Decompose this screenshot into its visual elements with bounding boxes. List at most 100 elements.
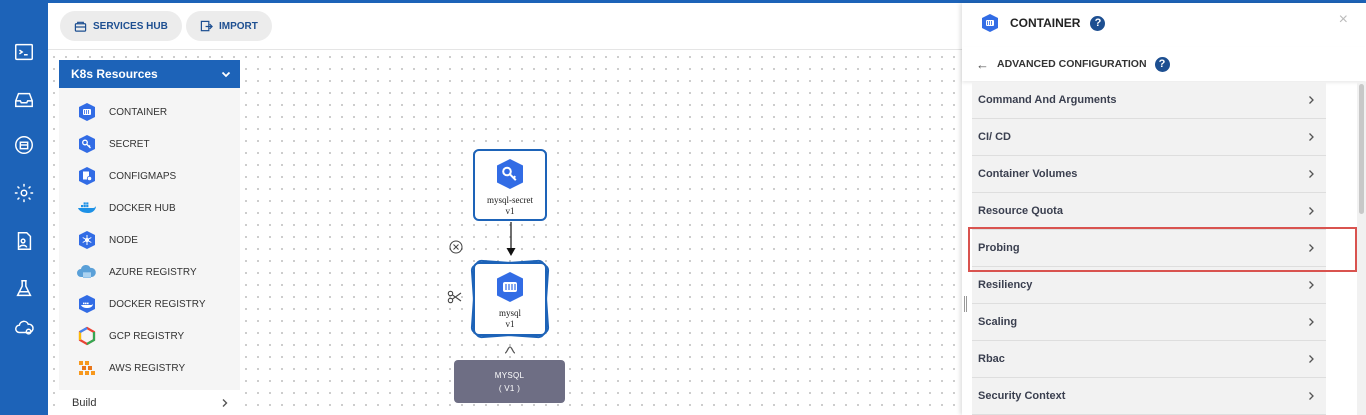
container-icon bbox=[493, 270, 527, 304]
build-row[interactable]: Build bbox=[59, 390, 240, 415]
service-name: MYSQL bbox=[494, 371, 525, 380]
inbox-icon[interactable] bbox=[12, 88, 36, 112]
config-row-resource-quota[interactable]: Resource Quota bbox=[972, 193, 1326, 230]
import-icon bbox=[200, 20, 213, 31]
connector-arrow bbox=[506, 222, 516, 256]
config-row-label: Command And Arguments bbox=[978, 94, 1117, 106]
resource-item-aws-registry[interactable]: AWS REGISTRY bbox=[77, 358, 185, 378]
resource-item-docker-hub[interactable]: DOCKER HUB bbox=[77, 198, 176, 218]
cloud-settings-icon[interactable] bbox=[12, 315, 36, 339]
panel-resize-handle[interactable] bbox=[964, 296, 967, 312]
resource-item-label: GCP REGISTRY bbox=[109, 330, 185, 342]
config-row-rbac[interactable]: Rbac bbox=[972, 341, 1326, 378]
resource-item-label: CONTAINER bbox=[109, 106, 168, 118]
build-label: Build bbox=[72, 396, 97, 409]
config-row-container-volumes[interactable]: Container Volumes bbox=[972, 156, 1326, 193]
terminal-folder-icon[interactable] bbox=[12, 40, 36, 64]
chevron-right-icon bbox=[1309, 207, 1314, 215]
chevron-right-icon bbox=[1309, 318, 1314, 326]
config-row-label: Resource Quota bbox=[978, 205, 1063, 217]
azure-icon bbox=[77, 262, 97, 282]
resource-item-container[interactable]: CONTAINER bbox=[77, 102, 167, 122]
config-row-label: CI/ CD bbox=[978, 131, 1011, 143]
flask-icon[interactable] bbox=[12, 277, 36, 301]
close-icon[interactable]: × bbox=[1339, 11, 1348, 29]
resource-item-node[interactable]: NODE bbox=[77, 230, 138, 250]
gcp-icon bbox=[77, 326, 97, 346]
config-row-label: Security Context bbox=[978, 390, 1066, 402]
configmap-icon bbox=[77, 166, 97, 186]
node-version: v1 bbox=[505, 319, 515, 329]
user-document-icon[interactable] bbox=[12, 229, 36, 253]
config-row-scaling[interactable]: Scaling bbox=[972, 304, 1326, 341]
docker-icon bbox=[77, 198, 97, 218]
service-version: ( V1 ) bbox=[498, 384, 521, 393]
key-icon bbox=[493, 157, 527, 191]
package-icon[interactable] bbox=[12, 133, 36, 157]
chevron-right-icon bbox=[1309, 170, 1314, 178]
scissors-icon[interactable] bbox=[447, 290, 463, 304]
top-toolbar: SERVICES HUB IMPORT bbox=[48, 3, 962, 50]
k8s-resources-title: K8s Resources bbox=[71, 67, 158, 81]
config-row-security-context[interactable]: Security Context bbox=[972, 378, 1326, 415]
resource-item-label: NODE bbox=[109, 234, 138, 246]
container-node[interactable]: mysql v1 bbox=[473, 262, 547, 336]
resource-item-secret[interactable]: SECRET bbox=[77, 134, 150, 154]
docker-registry-icon bbox=[77, 294, 97, 314]
panel-title: CONTAINER bbox=[1010, 16, 1081, 30]
chevron-right-icon bbox=[1309, 133, 1314, 141]
node-name: mysql bbox=[498, 308, 521, 318]
config-row-resiliency[interactable]: Resiliency bbox=[972, 267, 1326, 304]
left-nav-rail bbox=[0, 0, 48, 415]
config-row-label: Scaling bbox=[978, 316, 1018, 328]
services-hub-button[interactable]: SERVICES HUB bbox=[60, 11, 182, 41]
services-hub-icon bbox=[74, 21, 87, 32]
chevron-right-icon bbox=[1309, 392, 1314, 400]
link-icon[interactable] bbox=[503, 345, 517, 355]
advanced-configuration-header[interactable]: ← ADVANCED CONFIGURATION ? bbox=[962, 47, 1366, 81]
secret-node[interactable]: mysql-secret v1 bbox=[473, 149, 547, 221]
resource-item-docker-registry[interactable]: DOCKER REGISTRY bbox=[77, 294, 206, 314]
resource-item-label: AZURE REGISTRY bbox=[109, 266, 197, 278]
panel-scrollbar-thumb[interactable] bbox=[1359, 84, 1364, 214]
config-row-label: Container Volumes bbox=[978, 168, 1078, 180]
resource-item-label: DOCKER REGISTRY bbox=[109, 298, 206, 310]
resource-item-gcp-registry[interactable]: GCP REGISTRY bbox=[77, 326, 184, 346]
config-row-command-and-arguments[interactable]: Command And Arguments bbox=[972, 82, 1326, 119]
resource-item-label: SECRET bbox=[109, 138, 150, 150]
node-icon bbox=[77, 230, 97, 250]
config-row-label: Resiliency bbox=[978, 279, 1033, 291]
config-row-ci-cd[interactable]: CI/ CD bbox=[972, 119, 1326, 156]
key-icon bbox=[77, 134, 97, 154]
chevron-right-icon bbox=[222, 399, 228, 407]
services-hub-label: SERVICES HUB bbox=[93, 20, 168, 32]
k8s-resources-panel: K8s Resources CONTAINER SECRET CONFIGMAP… bbox=[59, 60, 240, 415]
panel-header: CONTAINER ? bbox=[980, 13, 1106, 33]
container-icon bbox=[982, 14, 998, 32]
advanced-configuration-label: ADVANCED CONFIGURATION bbox=[997, 58, 1147, 70]
import-label: IMPORT bbox=[219, 20, 258, 32]
resource-item-label: DOCKER HUB bbox=[109, 202, 176, 214]
resource-item-label: AWS REGISTRY bbox=[109, 362, 186, 374]
container-icon bbox=[77, 102, 97, 122]
service-box[interactable]: MYSQL ( V1 ) bbox=[454, 360, 565, 403]
gear-icon[interactable] bbox=[12, 181, 36, 205]
node-name: mysql-secret bbox=[487, 195, 533, 205]
chevron-down-icon[interactable] bbox=[220, 68, 232, 80]
resource-item-configmaps[interactable]: CONFIGMAPS bbox=[77, 166, 176, 186]
config-row-label: Rbac bbox=[978, 353, 1005, 365]
node-version: v1 bbox=[505, 206, 515, 216]
back-arrow-icon[interactable]: ← bbox=[976, 57, 989, 72]
aws-icon bbox=[77, 358, 97, 378]
help-icon[interactable]: ? bbox=[1154, 56, 1170, 72]
help-icon[interactable]: ? bbox=[1090, 15, 1106, 31]
probing-highlight bbox=[968, 227, 1357, 272]
chevron-right-icon bbox=[1309, 96, 1314, 104]
resource-item-label: CONFIGMAPS bbox=[109, 170, 177, 182]
resource-item-azure-registry[interactable]: AZURE REGISTRY bbox=[77, 262, 197, 282]
close-circle-icon[interactable] bbox=[449, 240, 463, 254]
import-button[interactable]: IMPORT bbox=[186, 11, 272, 41]
chevron-right-icon bbox=[1309, 355, 1314, 363]
chevron-right-icon bbox=[1309, 281, 1314, 289]
k8s-resources-header[interactable]: K8s Resources bbox=[59, 60, 240, 88]
